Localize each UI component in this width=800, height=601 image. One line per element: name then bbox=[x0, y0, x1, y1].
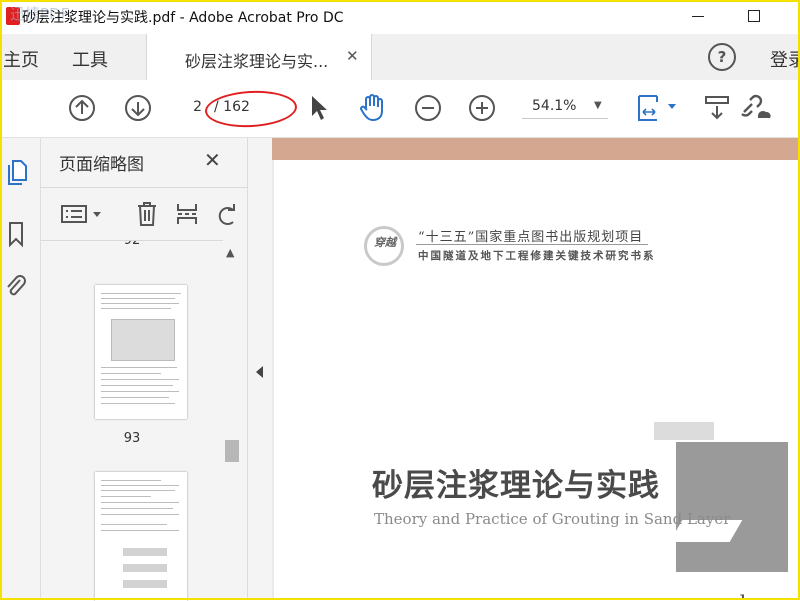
thumbnail-list: 92 93 bbox=[41, 240, 223, 601]
chevron-down-icon: ▼ bbox=[594, 100, 602, 111]
window-title: 砂层注浆理论与实践.pdf - Adobe Acrobat Pro DC bbox=[22, 10, 344, 26]
left-navigation-rail bbox=[0, 138, 41, 600]
page-thumbnails-panel: 页面缩略图 ✕ 92 bbox=[41, 138, 248, 601]
attachments-icon[interactable] bbox=[4, 272, 28, 302]
next-page-icon[interactable] bbox=[124, 94, 152, 122]
main-toolbar: 2 / 162 54.1% ▼ bbox=[0, 80, 800, 138]
series-divider bbox=[416, 244, 648, 245]
panel-title: 页面缩略图 bbox=[59, 155, 144, 175]
fit-page-icon[interactable] bbox=[636, 92, 680, 124]
zoom-in-icon[interactable] bbox=[468, 94, 496, 122]
previous-page-icon[interactable] bbox=[68, 94, 96, 122]
page-thumbnail-94[interactable] bbox=[95, 472, 187, 601]
select-cursor-icon[interactable] bbox=[308, 94, 330, 122]
book-title: 砂层注浆理论与实践 bbox=[372, 468, 660, 504]
collapse-left-icon[interactable] bbox=[256, 366, 263, 378]
close-panel-icon[interactable]: ✕ bbox=[204, 148, 221, 172]
publisher-logo-text: 穿越 bbox=[374, 236, 396, 249]
hand-tool-icon[interactable] bbox=[358, 92, 388, 122]
panel-toolbar bbox=[41, 187, 247, 240]
thumbnail-scrollbar[interactable]: ▲ bbox=[223, 240, 241, 600]
options-menu-icon[interactable] bbox=[61, 204, 105, 224]
current-page-input[interactable]: 2 bbox=[176, 96, 202, 118]
delete-page-icon[interactable] bbox=[135, 200, 159, 228]
help-button[interactable]: ? bbox=[708, 43, 736, 71]
page-thumbnails-icon[interactable] bbox=[6, 158, 28, 186]
read-mode-icon[interactable] bbox=[704, 94, 730, 122]
zoom-value: 54.1% bbox=[532, 98, 577, 114]
maximize-button[interactable] bbox=[742, 4, 766, 28]
collapse-panel-strip[interactable] bbox=[248, 138, 272, 600]
cover-decoration-block bbox=[676, 442, 788, 572]
page-thumbnail-93[interactable] bbox=[95, 285, 187, 419]
book-subtitle: Theory and Practice of Grouting in Sand … bbox=[374, 510, 731, 528]
tab-bar: 主页 工具 砂层注浆理论与实... ✕ ? 登录 bbox=[0, 34, 800, 81]
document-view[interactable]: 穿越 “十三五”国家重点图书出版规划项目 中国隧道及地下工程修建关键技术研究书系… bbox=[272, 138, 800, 600]
title-bar: 迅捷PDF 砂层注浆理论与实践.pdf - Adobe Acrobat Pro … bbox=[0, 0, 800, 34]
tab-home[interactable]: 主页 bbox=[3, 46, 39, 72]
document-page: 穿越 “十三五”国家重点图书出版规划项目 中国隧道及地下工程修建关键技术研究书系… bbox=[274, 160, 800, 600]
close-tab-icon[interactable]: ✕ bbox=[346, 47, 359, 65]
scroll-up-icon[interactable]: ▲ bbox=[226, 246, 234, 259]
scrollbar-thumb[interactable] bbox=[225, 440, 239, 462]
tab-document-label: 砂层注浆理论与实... bbox=[185, 52, 329, 71]
login-button[interactable]: 登录 bbox=[770, 46, 800, 72]
zoom-select[interactable]: 54.1% ▼ bbox=[522, 96, 608, 119]
share-link-icon[interactable] bbox=[738, 92, 772, 124]
tab-tools[interactable]: 工具 bbox=[72, 46, 108, 72]
rotate-page-icon[interactable] bbox=[215, 200, 239, 228]
minimize-button[interactable] bbox=[686, 4, 710, 28]
series-subtitle: 中国隧道及地下工程修建关键技术研究书系 bbox=[418, 250, 656, 262]
previous-page-edge bbox=[272, 138, 800, 160]
cover-decoration-bar bbox=[654, 422, 714, 440]
series-title: “十三五”国家重点图书出版规划项目 bbox=[418, 230, 644, 245]
red-highlight-annotation bbox=[204, 88, 298, 130]
page-label-93: 93 bbox=[123, 431, 141, 446]
tab-document[interactable]: 砂层注浆理论与实... ✕ bbox=[146, 34, 372, 80]
insert-page-icon[interactable] bbox=[175, 200, 199, 228]
zoom-out-icon[interactable] bbox=[414, 94, 442, 122]
page-label-92: 92 bbox=[41, 241, 223, 251]
site-watermark: www.cndao.com bbox=[654, 590, 800, 600]
bookmarks-icon[interactable] bbox=[6, 220, 26, 248]
